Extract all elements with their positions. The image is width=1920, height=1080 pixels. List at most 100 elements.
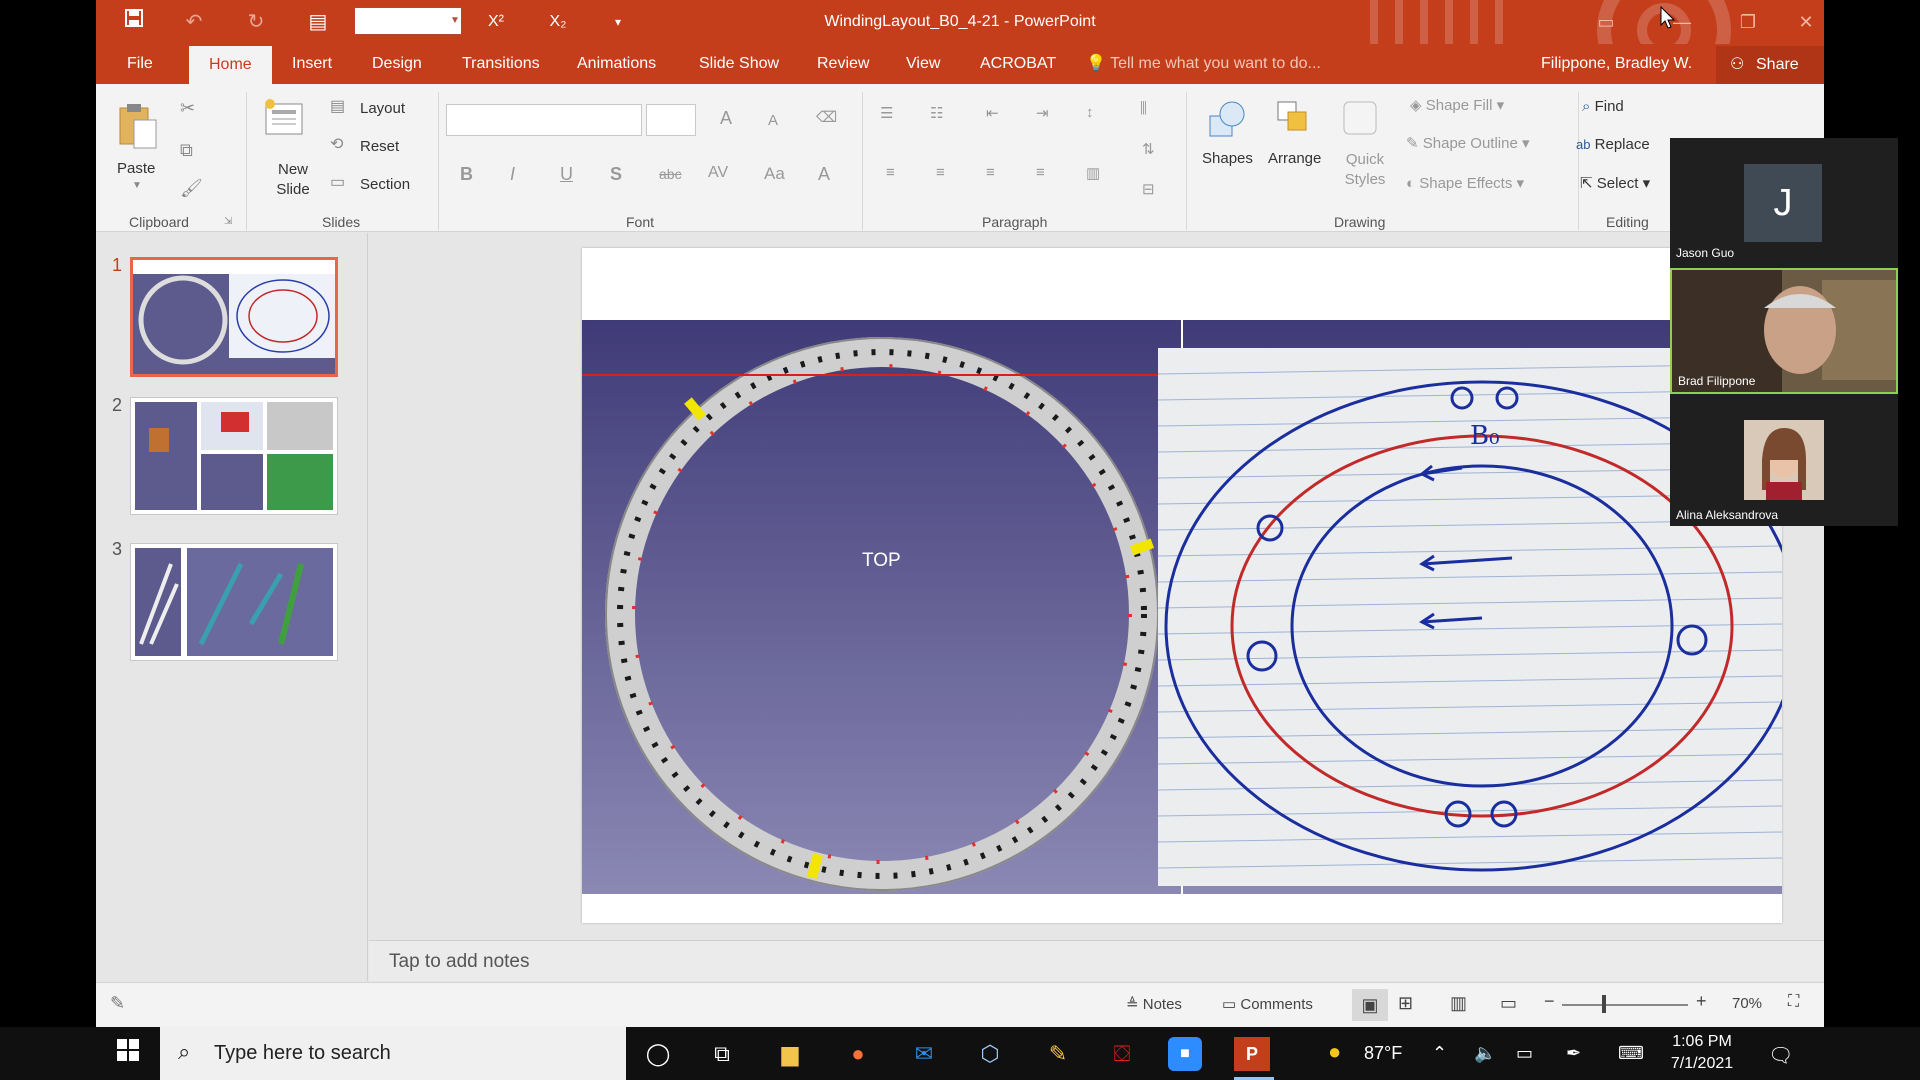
quick-styles-icon[interactable] [1340,98,1380,142]
reset-button[interactable]: Reset [360,138,399,155]
bold-button[interactable]: B [460,164,473,185]
columns-icon[interactable]: ⫼ [1140,100,1147,117]
reading-view-icon[interactable]: ▥ [1450,993,1467,1014]
mail-icon[interactable]: ✉ [906,1037,942,1071]
zoom-in-icon[interactable]: + [1696,991,1707,1012]
slide-top-label[interactable]: TOP [862,550,901,572]
accessibility-icon[interactable]: ✎ [110,993,125,1014]
reset-icon[interactable]: ⟲ [330,134,343,154]
battery-icon[interactable]: ▭ [1516,1043,1533,1064]
customize-quick-access-icon[interactable]: ▾ [602,8,634,36]
format-painter-icon[interactable]: 🖌 [180,178,203,199]
tab-view[interactable]: View [906,44,940,84]
shape-effects-button[interactable]: ◐ Shape Effects ▾ [1406,174,1524,192]
presentation-icon[interactable]: ▤ [302,8,334,36]
shapes-icon[interactable] [1206,98,1250,142]
share-button[interactable]: ⚇ Share [1716,46,1824,84]
change-case-button[interactable]: Aa [764,164,785,184]
powerpoint-icon[interactable]: P [1234,1037,1270,1071]
notes-pane[interactable]: Tap to add notes [369,940,1824,981]
new-slide-icon[interactable] [264,98,306,138]
save-icon[interactable] [118,8,150,36]
copy-icon[interactable]: ⧉ [180,140,193,161]
new-slide-button[interactable]: New Slide [268,160,318,200]
slide-sorter-icon[interactable]: ⊞ [1398,993,1413,1014]
clock[interactable]: 1:06 PM 7/1/2021 [1662,1033,1742,1073]
redo-icon[interactable]: ↻ [240,8,272,36]
character-spacing-button[interactable]: AV [708,164,728,182]
column-layout-icon[interactable]: ▥ [1086,164,1100,182]
clear-formatting-icon[interactable]: ⌫ [816,108,837,126]
notification-icon[interactable]: 🗨 [1768,1043,1793,1068]
section-icon[interactable]: ▭ [330,172,345,192]
layout-icon[interactable]: ▤ [330,96,345,116]
tab-review[interactable]: Review [817,44,869,84]
current-slide[interactable]: B₀ TOP [582,248,1782,923]
chevron-up-icon[interactable]: ⌃ [1432,1043,1447,1064]
underline-button[interactable]: U [560,164,573,185]
arrange-icon[interactable] [1274,98,1314,142]
numbering-icon[interactable]: ☷ [930,104,943,122]
notes-button[interactable]: ≜ Notes [1126,995,1182,1013]
undo-icon[interactable]: ↶ [178,8,210,36]
comments-button[interactable]: ▭ Comments [1222,995,1313,1013]
dialog-launcher-icon[interactable]: ⇲ [224,216,232,227]
text-direction-icon[interactable]: ⇅ [1142,140,1155,158]
align-left-icon[interactable]: ≡ [886,164,895,181]
cut-icon[interactable]: ✂ [180,98,195,119]
replace-button[interactable]: ab Replace [1576,136,1650,153]
bullets-icon[interactable]: ☰ [880,104,893,122]
justify-icon[interactable]: ≡ [1036,164,1045,181]
fit-to-window-icon[interactable]: ⛶ [1788,993,1799,1011]
close-icon[interactable]: ✕ [1786,8,1824,36]
shrink-font-icon[interactable]: A [768,112,778,129]
superscript-icon[interactable]: X² [480,8,512,36]
taskbar-search[interactable]: ⌕ Type here to search [160,1027,626,1080]
tab-file[interactable]: File [127,44,153,84]
tell-me-search[interactable]: 💡 Tell me what you want to do... [1086,44,1321,84]
subscript-icon[interactable]: X₂ [542,8,574,36]
participant-tile[interactable]: Alina Aleksandrova [1670,400,1898,526]
arrange-button[interactable]: Arrange [1268,150,1321,167]
participant-tile[interactable]: Brad Filippone [1670,268,1898,394]
tab-insert[interactable]: Insert [292,44,332,84]
tab-design[interactable]: Design [372,44,422,84]
find-button[interactable]: ⌕ Find [1582,98,1624,115]
paint-icon[interactable]: ✎ [1040,1037,1076,1071]
zoom-icon[interactable]: ■ [1168,1037,1202,1071]
3d-viewer-icon[interactable]: ⬡ [972,1037,1008,1071]
zoom-slider-thumb[interactable] [1602,995,1606,1013]
participant-tile[interactable]: J Jason Guo [1670,138,1898,264]
notes-placeholder[interactable]: Tap to add notes [389,951,530,973]
keyboard-icon[interactable]: ⌨ [1618,1043,1644,1064]
paste-label[interactable]: Paste [117,160,155,177]
line-spacing-icon[interactable]: ↕ [1086,104,1094,121]
font-name-input[interactable] [446,104,642,136]
cortana-icon[interactable]: ◯ [640,1037,676,1071]
slideshow-icon[interactable]: ▭ [1500,993,1517,1014]
tab-animations[interactable]: Animations [577,44,656,84]
chevron-down-icon[interactable]: ▼ [132,180,142,191]
zoom-level[interactable]: 70% [1732,995,1762,1012]
tab-acrobat[interactable]: ACROBAT [980,44,1056,84]
file-explorer-icon[interactable]: ▆ [772,1037,808,1071]
normal-view-icon[interactable]: ▣ [1352,989,1388,1021]
shapes-button[interactable]: Shapes [1202,150,1253,167]
paste-icon[interactable] [116,102,160,149]
ribbon-display-icon[interactable]: ▭ [1586,8,1626,36]
align-right-icon[interactable]: ≡ [986,164,995,181]
font-color-button[interactable]: A [818,164,830,185]
shape-outline-button[interactable]: ✎ Shape Outline ▾ [1406,134,1530,152]
tab-home[interactable]: Home [189,46,272,84]
align-text-icon[interactable]: ⊟ [1142,180,1155,198]
user-name[interactable]: Filippone, Bradley W. [1541,44,1692,84]
zoom-slider[interactable] [1562,1004,1688,1006]
select-button[interactable]: ⇱ Select ▾ [1580,174,1650,192]
chevron-down-icon[interactable]: ▼ [448,8,462,34]
quick-styles-button[interactable]: Quick Styles [1340,150,1390,190]
font-size-input[interactable] [646,104,696,136]
decrease-indent-icon[interactable]: ⇤ [986,104,999,122]
font-name-quick-box[interactable] [354,7,462,35]
slide-thumbnail-1[interactable] [130,257,338,377]
firefox-icon[interactable]: ● [840,1037,876,1071]
